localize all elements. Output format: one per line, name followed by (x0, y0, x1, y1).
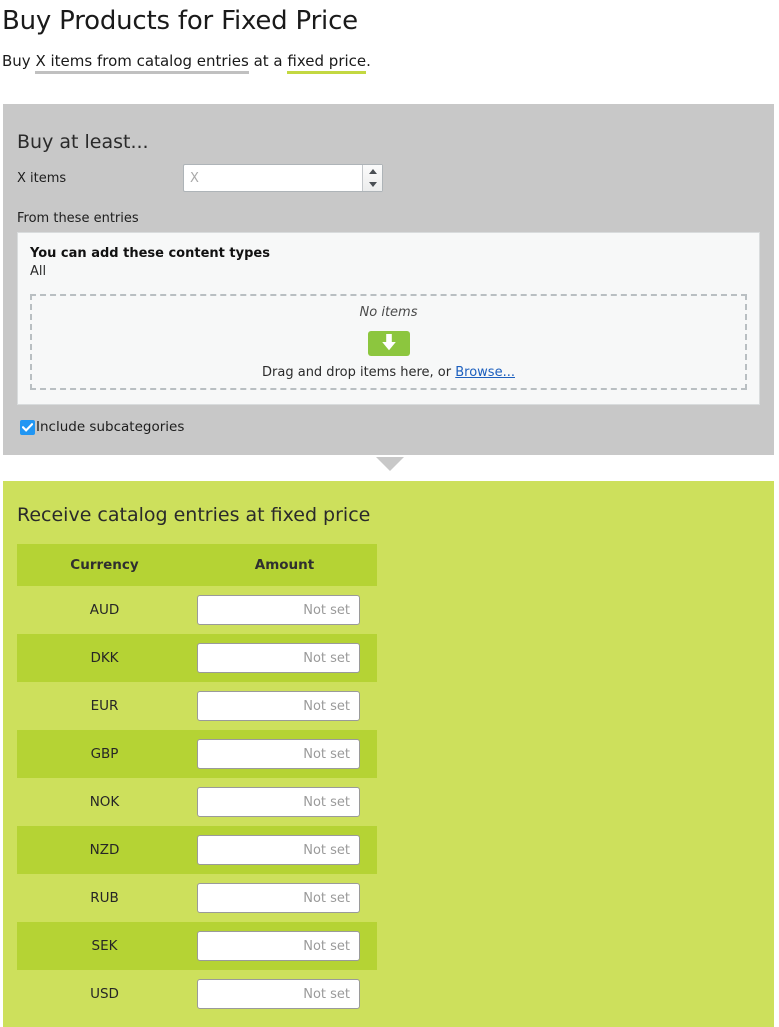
from-these-entries-label: From these entries (17, 211, 139, 226)
column-header-amount: Amount (192, 544, 377, 586)
fixed-price-table-body: AUDDKKEURGBPNOKNZDRUBSEKUSD (17, 586, 377, 1018)
amount-input-dkk[interactable] (197, 643, 360, 673)
amount-cell (192, 682, 377, 730)
reward-panel-title: Receive catalog entries at fixed price (17, 504, 371, 526)
amount-input-gbp[interactable] (197, 739, 360, 769)
table-row: RUB (17, 874, 377, 922)
amount-input-sek[interactable] (197, 931, 360, 961)
amount-cell (192, 778, 377, 826)
browse-link[interactable]: Browse... (455, 365, 515, 380)
table-row: DKK (17, 634, 377, 682)
dropzone-hint: Drag and drop items here, or Browse... (262, 365, 515, 380)
column-header-currency: Currency (17, 544, 192, 586)
table-row: SEK (17, 922, 377, 970)
currency-cell: DKK (17, 634, 192, 682)
download-arrow-icon (367, 330, 410, 356)
subtitle-lead: Buy (2, 52, 31, 70)
entries-content-box: You can add these content types All No i… (17, 232, 760, 405)
table-header-row: Currency Amount (17, 544, 377, 586)
amount-input-eur[interactable] (197, 691, 360, 721)
include-subcategories-row[interactable]: Include subcategories (3, 405, 774, 455)
subtitle-middle: at a (253, 52, 283, 70)
entries-dropzone[interactable]: No items Drag and drop items here, or Br… (30, 294, 747, 390)
content-types-heading: You can add these content types (30, 246, 270, 261)
include-subcategories-label: Include subcategories (36, 419, 185, 435)
condition-panel-title: Buy at least... (17, 131, 149, 153)
x-items-spinner-buttons[interactable] (362, 165, 382, 191)
include-subcategories-checkbox[interactable] (20, 419, 35, 435)
x-items-input[interactable] (184, 165, 362, 191)
x-items-row: X items (3, 154, 774, 192)
amount-cell (192, 634, 377, 682)
currency-cell: GBP (17, 730, 192, 778)
reward-panel: Receive catalog entries at fixed price C… (3, 481, 774, 1027)
subtitle-period: . (366, 52, 371, 70)
currency-cell: RUB (17, 874, 192, 922)
amount-input-aud[interactable] (197, 595, 360, 625)
spinner-down-icon[interactable] (363, 178, 382, 191)
amount-cell (192, 586, 377, 634)
currency-cell: NZD (17, 826, 192, 874)
amount-input-nok[interactable] (197, 787, 360, 817)
amount-input-usd[interactable] (197, 979, 360, 1009)
subtitle-reward-segment: fixed price (287, 52, 367, 74)
amount-cell (192, 826, 377, 874)
amount-cell (192, 874, 377, 922)
fixed-price-table: Currency Amount AUDDKKEURGBPNOKNZDRUBSEK… (17, 544, 377, 1018)
content-types-value: All (30, 264, 47, 279)
table-row: EUR (17, 682, 377, 730)
amount-cell (192, 730, 377, 778)
x-items-label: X items (17, 170, 67, 186)
page-title: Buy Products for Fixed Price (2, 6, 358, 36)
currency-cell: SEK (17, 922, 192, 970)
panel-connector-arrow-icon (376, 457, 404, 471)
table-row: AUD (17, 586, 377, 634)
dropzone-empty-text: No items (359, 304, 418, 320)
spinner-up-icon[interactable] (363, 165, 382, 178)
amount-cell (192, 922, 377, 970)
table-row: USD (17, 970, 377, 1018)
currency-cell: USD (17, 970, 192, 1018)
amount-input-rub[interactable] (197, 883, 360, 913)
amount-cell (192, 970, 377, 1018)
x-items-stepper[interactable] (183, 164, 383, 192)
table-row: GBP (17, 730, 377, 778)
currency-cell: NOK (17, 778, 192, 826)
page-subtitle: Buy X items from catalog entries at a fi… (0, 38, 779, 74)
dropzone-hint-text: Drag and drop items here, or (262, 364, 452, 380)
amount-input-nzd[interactable] (197, 835, 360, 865)
condition-panel: Buy at least... X items From these entri… (3, 104, 774, 455)
currency-cell: EUR (17, 682, 192, 730)
currency-cell: AUD (17, 586, 192, 634)
table-row: NZD (17, 826, 377, 874)
subtitle-condition-segment: X items from catalog entries (35, 52, 249, 74)
table-row: NOK (17, 778, 377, 826)
